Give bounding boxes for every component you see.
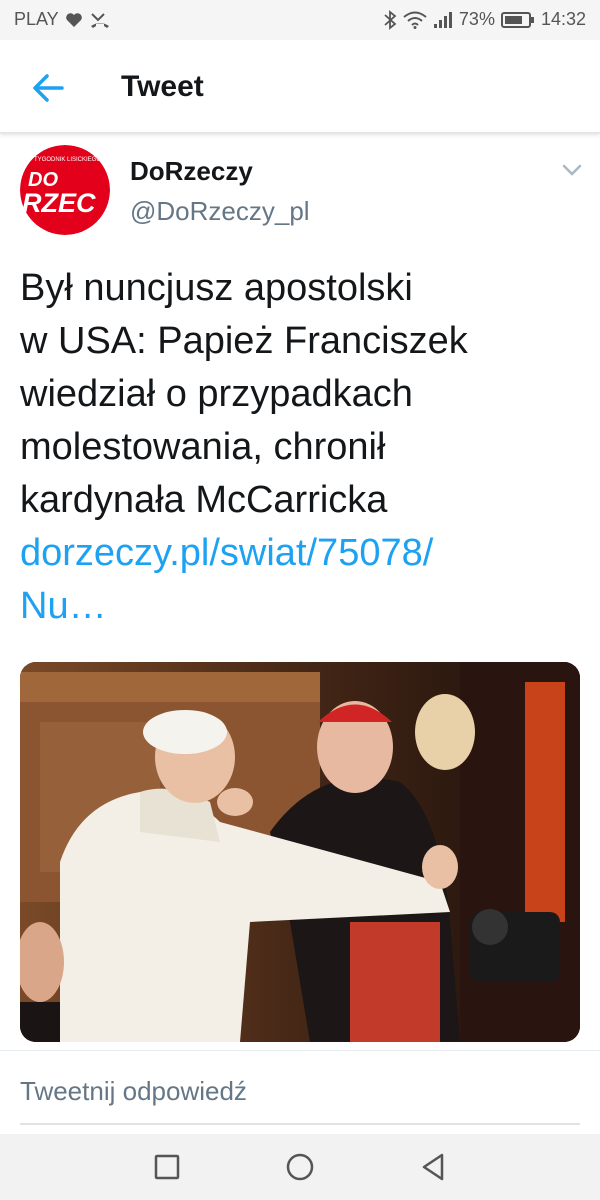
reply-input[interactable]: Tweetnij odpowiedź bbox=[20, 1076, 247, 1107]
battery-percent: 73% bbox=[458, 9, 495, 29]
home-icon bbox=[286, 1153, 314, 1181]
carrier-label: PLAY bbox=[14, 9, 59, 29]
avatar-text-top: TYGODNIK LISICKIEGO bbox=[34, 157, 101, 163]
chevron-down-icon bbox=[562, 164, 582, 176]
wifi-icon bbox=[403, 11, 427, 29]
tweet-text-line: wiedział o przypadkach bbox=[20, 373, 413, 415]
tweet-menu-button[interactable] bbox=[560, 160, 584, 180]
status-bar: PLAY 73% 14:32 bbox=[0, 0, 600, 40]
recent-apps-button[interactable] bbox=[150, 1150, 184, 1184]
avatar-logo: TYGODNIK LISICKIEGO DO RZEC bbox=[20, 145, 110, 235]
missed-call-icon bbox=[89, 11, 111, 29]
battery-icon bbox=[500, 11, 535, 29]
reply-divider bbox=[0, 1050, 600, 1051]
clock: 14:32 bbox=[540, 9, 586, 29]
back-nav-button[interactable] bbox=[416, 1150, 450, 1184]
avatar[interactable]: TYGODNIK LISICKIEGO DO RZEC bbox=[20, 145, 110, 235]
tweet-text: Był nuncjusz apostolski w USA: Papież Fr… bbox=[20, 262, 580, 633]
home-button[interactable] bbox=[283, 1150, 317, 1184]
author-handle[interactable]: @DoRzeczy_pl bbox=[130, 196, 310, 227]
svg-text:RZEC: RZEC bbox=[22, 188, 96, 218]
photo-illustration bbox=[20, 662, 580, 1042]
system-nav-bar bbox=[0, 1134, 600, 1200]
reply-input-underline bbox=[20, 1123, 580, 1125]
tweet-link-line: dorzeczy.pl/swiat/75078/ bbox=[20, 532, 434, 574]
tweet-text-line: molestowania, chronił bbox=[20, 426, 386, 468]
back-triangle-icon bbox=[422, 1153, 444, 1181]
tweet-link[interactable]: dorzeczy.pl/swiat/75078/ Nu… bbox=[20, 527, 580, 633]
recent-apps-icon bbox=[154, 1154, 180, 1180]
page-title: Tweet bbox=[121, 70, 204, 103]
app-bar: Tweet bbox=[0, 40, 600, 134]
arrow-left-icon bbox=[33, 74, 64, 102]
signal-icon bbox=[433, 11, 453, 29]
author-name[interactable]: DoRzeczy bbox=[130, 156, 253, 187]
tweet-photo[interactable] bbox=[20, 662, 580, 1042]
heart-icon bbox=[65, 12, 83, 28]
tweet-text-line: Był nuncjusz apostolski bbox=[20, 267, 413, 309]
tweet-text-line: kardynała McCarricka bbox=[20, 479, 388, 521]
status-bar-left: PLAY bbox=[14, 9, 111, 30]
tweet-text-line: w USA: Papież Franciszek bbox=[20, 320, 468, 362]
status-bar-right: 73% 14:32 bbox=[383, 9, 586, 30]
bluetooth-icon bbox=[383, 9, 397, 30]
back-button[interactable] bbox=[28, 70, 68, 106]
tweet-link-line: Nu… bbox=[20, 585, 107, 627]
